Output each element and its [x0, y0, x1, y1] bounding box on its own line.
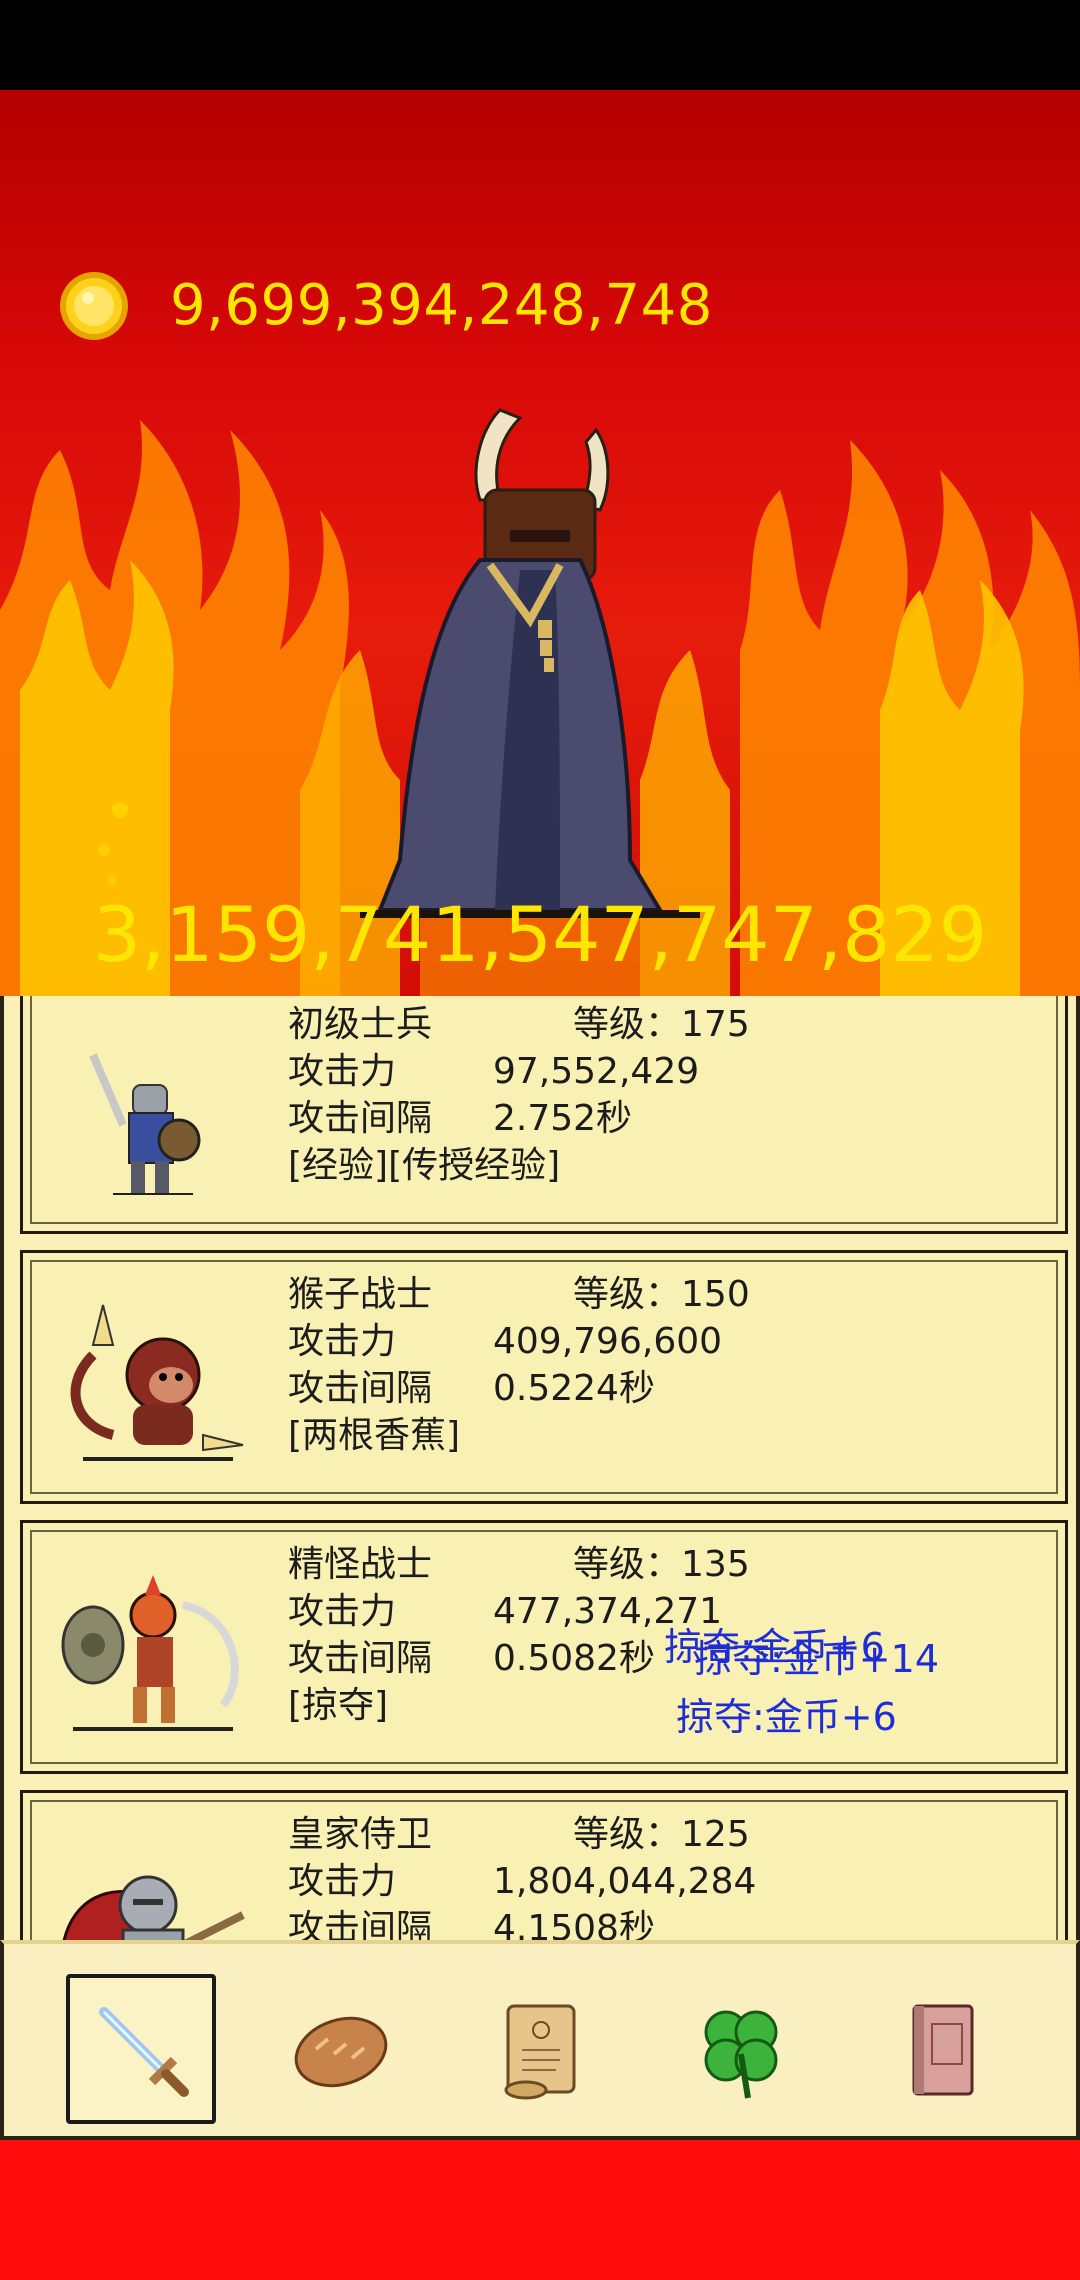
interval-label: 攻击间隔	[288, 1368, 433, 1409]
interval-label: 攻击间隔	[288, 1638, 433, 1679]
attack-label: 攻击力	[288, 1861, 397, 1902]
tab-units[interactable]	[66, 1974, 216, 2124]
attack-label: 攻击力	[288, 1321, 397, 1362]
unit-list[interactable]: 初级士兵 等级： 175 攻击力 97,552,429 攻击间隔 2.752秒 […	[0, 996, 1080, 1940]
level-label: 等级：	[573, 1274, 682, 1315]
unit-card[interactable]: 猴子战士 等级： 150 攻击力 409,796,600 攻击间隔 0.5224秒…	[20, 1250, 1068, 1504]
boss-hp: 3,159,741,547,747,829	[92, 890, 988, 979]
loot-popup: 掠夺:金币+6	[676, 1695, 897, 1739]
attack-label: 攻击力	[288, 1051, 397, 1092]
unit-stats: 皇家侍卫 等级： 125 攻击力 1,804,044,284 攻击间隔 4.150…	[288, 1811, 756, 1940]
coin-counter: 9,699,394,248,748	[58, 270, 713, 342]
attack-value: 409,796,600	[493, 1321, 723, 1362]
scroll-icon	[504, 2004, 576, 2100]
attack-value: 97,552,429	[493, 1051, 700, 1092]
sword-icon	[99, 2007, 189, 2097]
tab-luck[interactable]	[666, 1974, 816, 2124]
unit-level: 135	[681, 1544, 750, 1585]
royal-guard-icon	[62, 1875, 245, 1940]
unit-name: 皇家侍卫	[288, 1814, 433, 1855]
boss-minotaur-icon[interactable]	[360, 390, 700, 950]
unit-name: 精怪战士	[288, 1544, 433, 1585]
tab-scroll[interactable]	[466, 1974, 616, 2124]
unit-skills: [经验][传授经验]	[288, 1145, 561, 1186]
clover-icon	[704, 2010, 778, 2099]
battle-scene[interactable]: 9,699,394,248,748 3,159,741,547,747,829	[0, 90, 1080, 996]
interval-value: 4.1508秒	[493, 1908, 655, 1940]
unit-skills: [两根香蕉]	[288, 1415, 461, 1456]
unit-level: 175	[681, 1004, 750, 1045]
unit-stats: 猴子战士 等级： 150 攻击力 409,796,600 攻击间隔 0.5224秒…	[288, 1271, 750, 1459]
monkey-icon	[70, 1304, 244, 1461]
interval-value: 2.752秒	[493, 1098, 633, 1139]
book-icon	[912, 2004, 974, 2096]
unit-name: 初级士兵	[288, 1004, 433, 1045]
interval-label: 攻击间隔	[288, 1908, 433, 1940]
tab-bar	[0, 1940, 1080, 2140]
level-label: 等级：	[573, 1544, 682, 1585]
soldier-icon	[89, 1053, 201, 1195]
coin-amount: 9,699,394,248,748	[170, 273, 713, 338]
unit-level: 150	[681, 1274, 750, 1315]
interval-label: 攻击间隔	[288, 1098, 433, 1139]
interval-value: 0.5224秒	[493, 1368, 655, 1409]
attack-value: 1,804,044,284	[493, 1861, 757, 1902]
level-label: 等级：	[573, 1004, 682, 1045]
bottom-fire-area	[0, 2140, 1080, 2280]
unit-level: 125	[681, 1814, 750, 1855]
attack-label: 攻击力	[288, 1591, 397, 1632]
goblin-icon	[61, 1575, 239, 1731]
unit-stats: 初级士兵 等级： 175 攻击力 97,552,429 攻击间隔 2.752秒 […	[288, 1001, 750, 1189]
status-bar	[0, 0, 1080, 90]
interval-value: 0.5082秒	[493, 1638, 655, 1679]
loot-popup: 掠夺:金币+14	[694, 1637, 939, 1681]
unit-card[interactable]: 初级士兵 等级： 175 攻击力 97,552,429 攻击间隔 2.752秒 […	[20, 996, 1068, 1234]
tab-food[interactable]	[266, 1974, 416, 2124]
unit-name: 猴子战士	[288, 1274, 433, 1315]
bread-icon	[294, 2016, 388, 2088]
tab-book[interactable]	[866, 1974, 1016, 2124]
unit-card[interactable]: 皇家侍卫 等级： 125 攻击力 1,804,044,284 攻击间隔 4.150…	[20, 1790, 1068, 1940]
level-label: 等级：	[573, 1814, 682, 1855]
gold-coin-icon	[60, 272, 128, 340]
